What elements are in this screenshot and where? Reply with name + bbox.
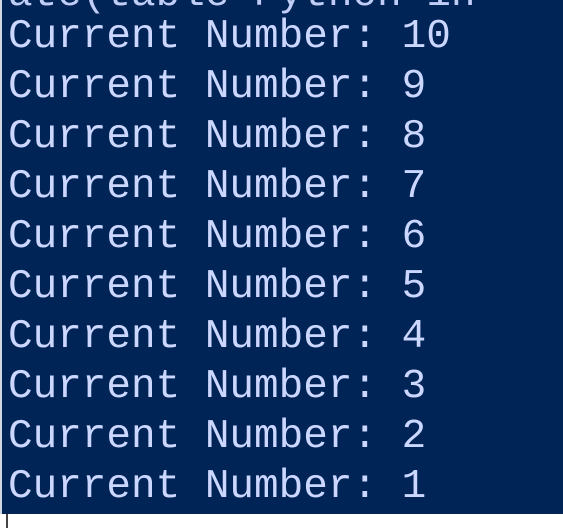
terminal-output-area[interactable]: ate(table-Python 1n Current Number: 10 C… [0,0,563,514]
output-line: Current Number: 3 [8,364,427,410]
output-line: Current Number: 1 [8,464,427,510]
output-line: Current Number: 5 [8,264,427,310]
output-line: Current Number: 4 [8,314,427,360]
output-line: Current Number: 2 [8,414,427,460]
output-line: Current Number: 10 [8,14,451,60]
text-cursor [6,514,8,528]
output-line: Current Number: 9 [8,64,427,110]
output-line: Current Number: 6 [8,214,427,260]
output-line: Current Number: 7 [8,164,427,210]
output-line: Current Number: 8 [8,114,427,160]
